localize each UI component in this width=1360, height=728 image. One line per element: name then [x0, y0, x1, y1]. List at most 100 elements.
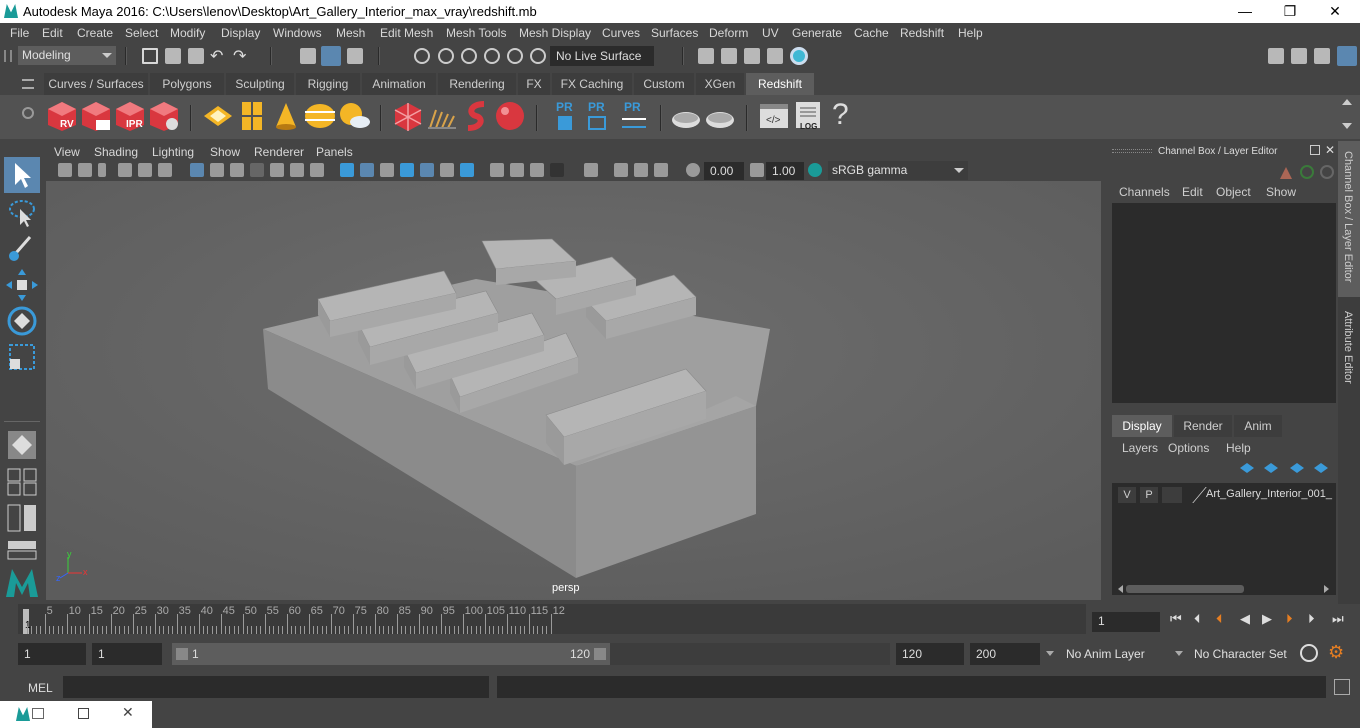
snap-vertex-icon[interactable]: [530, 48, 546, 64]
new-scene-icon[interactable]: [142, 48, 158, 64]
two-d-pan-zoom-icon[interactable]: [138, 163, 152, 177]
proxy-export-icon[interactable]: PR: [550, 100, 582, 132]
menu-cache[interactable]: Cache: [854, 26, 889, 40]
menu-display[interactable]: Display: [221, 26, 260, 40]
exposure-field[interactable]: 0.00: [704, 162, 744, 180]
channel-icon[interactable]: [1280, 167, 1292, 179]
chevron-down-icon[interactable]: [1175, 651, 1183, 656]
exposure-icon[interactable]: [686, 163, 700, 177]
select-component-icon[interactable]: [347, 48, 363, 64]
bookmark-icon[interactable]: [98, 163, 106, 177]
scale-tool-button[interactable]: [4, 339, 40, 375]
scroll-right-icon[interactable]: [1324, 585, 1329, 593]
redshift-batch-icon[interactable]: [80, 100, 112, 132]
smooth-shade-icon[interactable]: [360, 163, 374, 177]
layer-visibility-toggle[interactable]: V: [1118, 487, 1136, 503]
save-scene-icon[interactable]: [188, 48, 204, 64]
menu-create[interactable]: Create: [77, 26, 113, 40]
textured-icon[interactable]: [420, 163, 434, 177]
paint-select-tool-button[interactable]: [4, 231, 40, 267]
maximize-icon[interactable]: [78, 708, 89, 719]
snap-grid-icon[interactable]: [414, 48, 430, 64]
wireframe-icon[interactable]: [340, 163, 354, 177]
step-forward-frame-button[interactable]: ⏵: [1308, 611, 1324, 627]
channel-option-icon[interactable]: [1320, 165, 1334, 179]
redo-icon[interactable]: ↷: [233, 46, 249, 65]
grid-toggle-icon[interactable]: [190, 163, 204, 177]
redshift-settings-icon[interactable]: [148, 100, 180, 132]
isolate-select-icon[interactable]: [584, 163, 598, 177]
mel-label[interactable]: MEL: [28, 681, 53, 695]
animation-preferences-icon[interactable]: ⚙: [1328, 642, 1344, 663]
menu-generate[interactable]: Generate: [792, 26, 842, 40]
shelf-menu-icon[interactable]: [22, 79, 34, 89]
xray-icon[interactable]: [614, 163, 628, 177]
go-to-end-button[interactable]: ⏭: [1332, 611, 1348, 627]
select-hierarchy-icon[interactable]: [300, 48, 316, 64]
volume-icon[interactable]: [460, 100, 492, 132]
character-set-dropdown[interactable]: No Character Set: [1190, 643, 1294, 665]
camera-attributes-icon[interactable]: [78, 163, 92, 177]
command-input[interactable]: [63, 676, 489, 698]
color-space-dropdown[interactable]: sRGB gamma: [828, 161, 968, 180]
select-object-icon[interactable]: [321, 46, 341, 66]
default-material-icon[interactable]: [400, 163, 414, 177]
anim-layer-dropdown[interactable]: No Anim Layer: [1062, 643, 1162, 665]
workspace-icon[interactable]: [1268, 48, 1284, 64]
viewport-menu-renderer[interactable]: Renderer: [254, 145, 304, 159]
shelf-settings-icon[interactable]: [22, 107, 34, 119]
menu-file[interactable]: File: [10, 26, 29, 40]
hair-icon[interactable]: [426, 100, 458, 132]
tab-rendering[interactable]: Rendering: [438, 73, 516, 95]
menu-edit[interactable]: Edit: [42, 26, 63, 40]
step-back-frame-button[interactable]: ⏴: [1194, 611, 1210, 627]
gate-mask-icon[interactable]: [250, 163, 264, 177]
tab-xgen[interactable]: XGen: [696, 73, 744, 95]
render-view-icon[interactable]: [698, 48, 714, 64]
menu-help[interactable]: Help: [958, 26, 983, 40]
redshift-ipr-icon[interactable]: IPR: [114, 100, 146, 132]
animation-start-field[interactable]: 1: [18, 643, 86, 665]
lasso-tool-button[interactable]: [4, 195, 40, 231]
shelf-scroll-down-icon[interactable]: [1342, 123, 1352, 129]
layer-options-menu[interactable]: Options: [1168, 441, 1209, 455]
ambient-occlusion-icon[interactable]: [490, 163, 504, 177]
menu-mesh-tools[interactable]: Mesh Tools: [446, 26, 506, 40]
tab-polygons[interactable]: Polygons: [150, 73, 224, 95]
tab-fx[interactable]: FX: [518, 73, 550, 95]
layer-type-toggle[interactable]: [1162, 487, 1182, 503]
depth-of-field-icon[interactable]: [550, 163, 564, 177]
toggle-tool-settings-icon[interactable]: [1314, 48, 1330, 64]
channel-edit-menu[interactable]: Edit: [1182, 185, 1203, 199]
color-management-icon[interactable]: [808, 163, 822, 177]
antialiasing-icon[interactable]: [530, 163, 544, 177]
scroll-left-icon[interactable]: [1118, 585, 1123, 593]
close-icon[interactable]: ✕: [122, 704, 134, 721]
layers-menu[interactable]: Layers: [1122, 441, 1158, 455]
pie-icon[interactable]: [704, 100, 736, 132]
xray-joints-icon[interactable]: [634, 163, 648, 177]
render-settings-icon[interactable]: [767, 48, 783, 64]
four-view-layout-button[interactable]: [4, 467, 40, 497]
snap-curve-icon[interactable]: [438, 48, 454, 64]
menu-mesh-display[interactable]: Mesh Display: [519, 26, 591, 40]
shadows-icon[interactable]: [460, 163, 474, 177]
go-to-start-button[interactable]: ⏮: [1170, 611, 1186, 627]
sphere-material-icon[interactable]: [494, 100, 526, 132]
open-scene-icon[interactable]: [165, 48, 181, 64]
side-tab-channel-box[interactable]: Channel Box / Layer Editor: [1338, 141, 1360, 297]
proxy-icon[interactable]: [392, 100, 424, 132]
ipr-render-icon[interactable]: [744, 48, 760, 64]
viewport-menu-view[interactable]: View: [54, 145, 80, 159]
channel-key-icon[interactable]: [1300, 165, 1314, 179]
snap-view-plane-icon[interactable]: [484, 48, 500, 64]
rotate-tool-button[interactable]: [4, 303, 40, 339]
menu-curves[interactable]: Curves: [602, 26, 640, 40]
chevron-down-icon[interactable]: [1046, 651, 1054, 656]
safe-title-icon[interactable]: [310, 163, 324, 177]
range-start-handle[interactable]: [176, 648, 188, 660]
layer-tab-anim[interactable]: Anim: [1234, 415, 1282, 437]
channel-show-menu[interactable]: Show: [1266, 185, 1296, 199]
redshift-render-view-icon[interactable]: RV: [46, 100, 78, 132]
tab-animation[interactable]: Animation: [362, 73, 436, 95]
